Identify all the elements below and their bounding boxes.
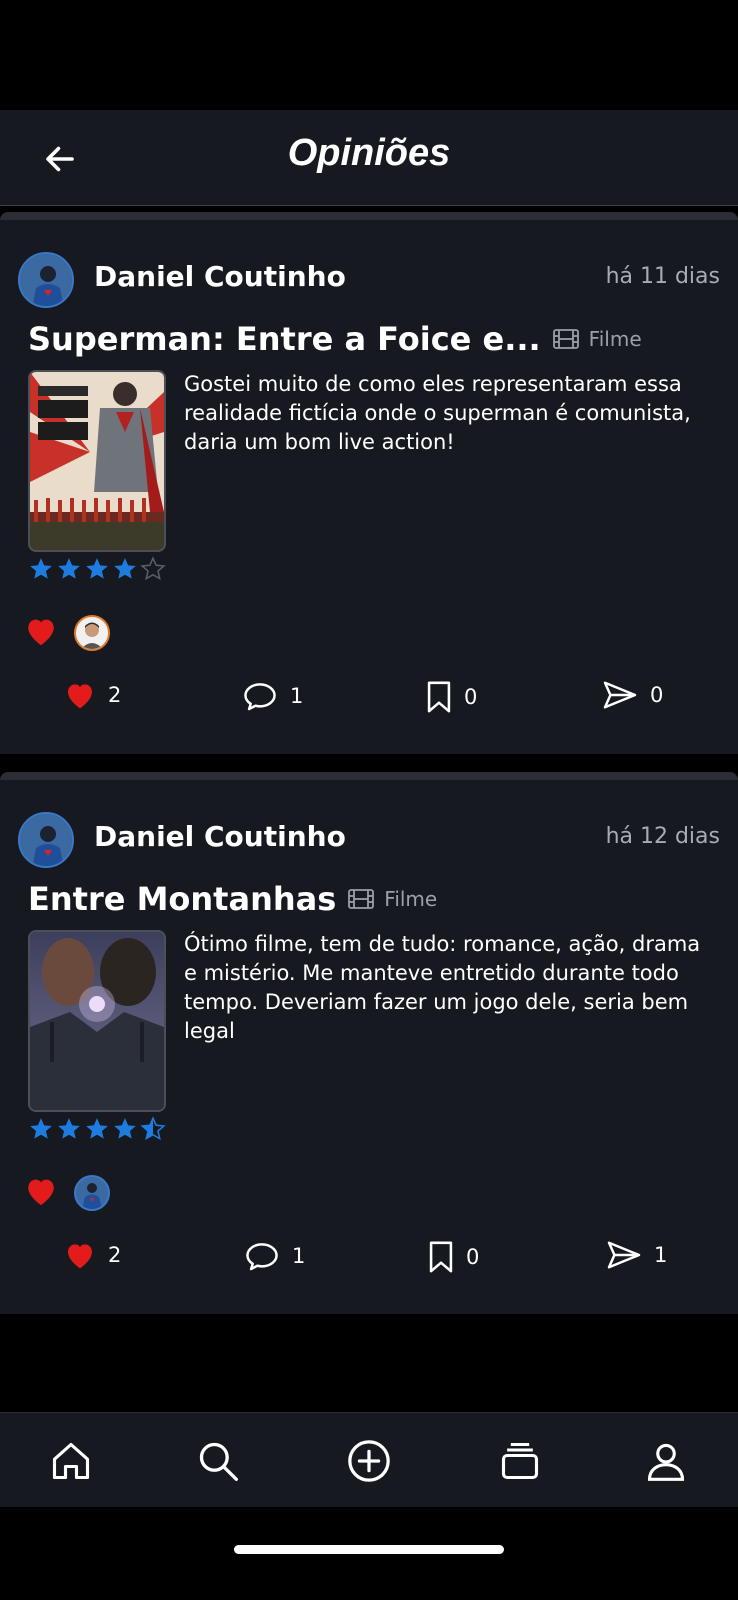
star-half-icon: [140, 1116, 166, 1146]
review-card[interactable]: Daniel Coutinho há 11 dias Superman: Ent…: [0, 212, 738, 754]
heart-icon: [68, 684, 92, 709]
nav-profile[interactable]: [642, 1437, 690, 1485]
comment-icon: [244, 683, 276, 711]
bookmark-icon: [427, 681, 451, 713]
like-count: 2: [108, 683, 122, 707]
nav-search[interactable]: [194, 1437, 242, 1485]
film-icon: [552, 328, 579, 350]
review-text: Gostei muito de como eles representaram …: [184, 372, 691, 454]
like-count: 2: [108, 1243, 122, 1267]
comment-icon: [246, 1243, 278, 1271]
save-button[interactable]: 0: [426, 680, 477, 714]
movie-title[interactable]: Superman: Entre a Foice e...: [28, 320, 541, 358]
likers-row: [24, 615, 110, 651]
home-indicator: [234, 1545, 504, 1554]
liker-avatar[interactable]: [74, 615, 110, 651]
star-full-icon: [112, 1116, 138, 1146]
top-bar: Opiniões: [0, 110, 738, 206]
user-name[interactable]: Daniel Coutinho: [94, 820, 346, 853]
send-icon: [607, 1241, 641, 1269]
save-count: 0: [466, 1245, 480, 1269]
share-button[interactable]: 0: [602, 680, 663, 710]
like-button[interactable]: 2: [64, 680, 121, 710]
star-full-icon: [84, 556, 110, 586]
bookmark-icon: [429, 1241, 453, 1273]
nav-home[interactable]: [47, 1437, 95, 1485]
nav-add[interactable]: [345, 1437, 393, 1485]
heart-icon: [24, 615, 58, 651]
title-row: Superman: Entre a Foice e... Filme: [28, 320, 642, 358]
star-empty-icon: [140, 556, 166, 586]
action-bar: 2 1 0 1: [0, 1240, 738, 1290]
comment-button[interactable]: 1: [244, 1240, 305, 1272]
bottom-nav: [0, 1412, 738, 1507]
send-icon: [603, 681, 637, 709]
star-full-icon: [28, 556, 54, 586]
avatar[interactable]: [18, 812, 74, 868]
comment-count: 1: [290, 684, 304, 708]
movie-poster[interactable]: [28, 370, 166, 552]
save-button[interactable]: 0: [428, 1240, 479, 1274]
media-type: Filme: [588, 327, 642, 351]
film-icon: [348, 888, 375, 910]
star-full-icon: [84, 1116, 110, 1146]
home-icon: [52, 1442, 90, 1480]
share-button[interactable]: 1: [606, 1240, 667, 1270]
rating-stars: [28, 556, 166, 586]
title-row: Entre Montanhas Filme: [28, 880, 437, 918]
likers-row: [24, 1175, 110, 1211]
comment-count: 1: [292, 1244, 306, 1268]
star-full-icon: [112, 556, 138, 586]
post-time: há 11 dias: [605, 264, 720, 289]
star-full-icon: [56, 556, 82, 586]
avatar[interactable]: [18, 252, 74, 308]
star-full-icon: [56, 1116, 82, 1146]
nav-collections[interactable]: [496, 1437, 544, 1485]
review-text: Ótimo filme, tem de tudo: romance, ação,…: [184, 932, 701, 1043]
share-count: 1: [654, 1243, 668, 1267]
user-name[interactable]: Daniel Coutinho: [94, 260, 346, 293]
star-full-icon: [28, 1116, 54, 1146]
search-icon: [199, 1442, 238, 1481]
like-button[interactable]: 2: [64, 1240, 121, 1270]
page-title: Opiniões: [287, 132, 451, 174]
profile-icon: [647, 1443, 685, 1481]
share-count: 0: [650, 683, 664, 707]
action-bar: 2 1 0 0: [0, 680, 738, 730]
rating-stars: [28, 1116, 166, 1146]
comment-button[interactable]: 1: [242, 680, 303, 712]
heart-icon: [24, 1175, 58, 1211]
media-type: Filme: [384, 887, 438, 911]
review-card[interactable]: Daniel Coutinho há 12 dias Entre Montanh…: [0, 772, 738, 1314]
collections-icon: [501, 1442, 539, 1480]
movie-poster[interactable]: [28, 930, 166, 1112]
post-time: há 12 dias: [605, 824, 720, 849]
add-circle-icon: [348, 1440, 390, 1482]
movie-title[interactable]: Entre Montanhas: [28, 880, 336, 918]
liker-avatar[interactable]: [74, 1175, 110, 1211]
save-count: 0: [464, 685, 478, 709]
heart-icon: [68, 1244, 92, 1269]
